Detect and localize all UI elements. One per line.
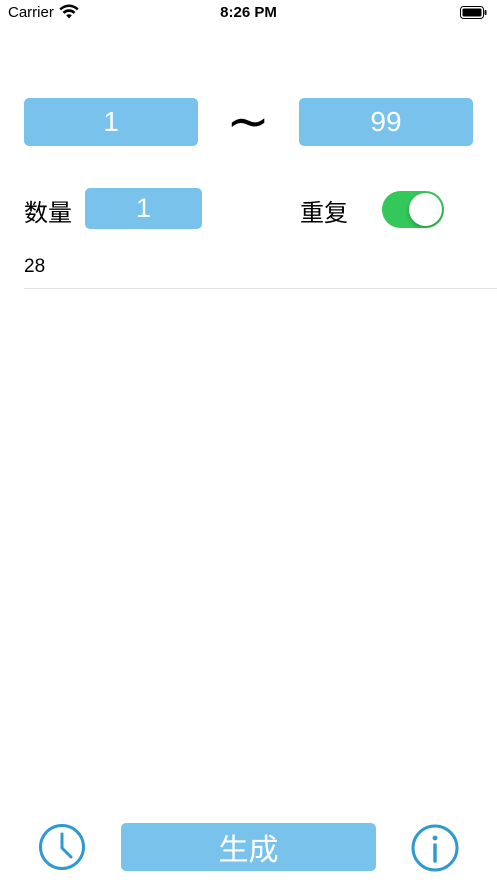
range-separator: ~ [226,92,270,152]
count-field[interactable]: 1 [85,188,202,229]
result-divider [24,288,497,289]
range-max-field[interactable]: 99 [299,98,473,146]
count-label: 数量 [24,199,72,227]
battery-icon [460,6,487,19]
info-icon[interactable] [410,823,460,873]
app-screen: Carrier 8:26 PM 1 ~ 99 数量 1 重复 28 生成 [0,0,497,883]
clock-time: 8:26 PM [220,4,277,21]
status-bar: Carrier 8:26 PM [0,0,497,28]
generate-button[interactable]: 生成 [121,823,376,871]
clock-icon[interactable] [38,823,86,871]
repeat-label: 重复 [300,199,348,227]
range-min-field[interactable]: 1 [24,98,198,146]
result-value: 28 [24,256,46,277]
repeat-toggle[interactable] [382,191,444,228]
toggle-knob [409,193,442,226]
